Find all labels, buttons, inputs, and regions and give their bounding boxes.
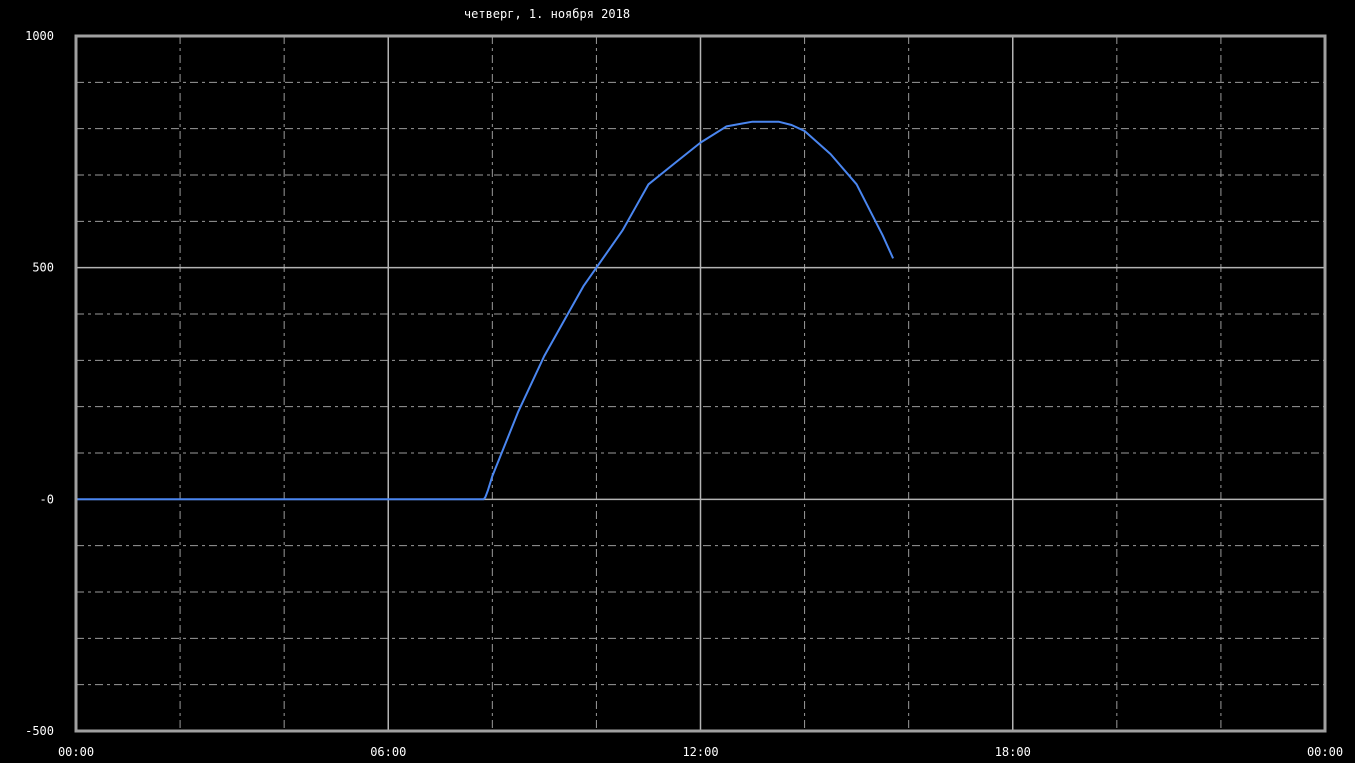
chart: четверг, 1. ноября 2018 00:00 06:00 12:00 1…: [25, 7, 1343, 759]
y-tick-label: 1000: [25, 29, 54, 43]
x-tick-label: 18:00: [995, 745, 1031, 759]
series-line-1: [76, 120, 895, 501]
x-tick-label: 00:00: [1307, 745, 1343, 759]
chart-title: четверг, 1. ноября 2018: [464, 7, 630, 21]
x-tick-label: 12:00: [682, 745, 718, 759]
y-tick-label: -0: [40, 492, 54, 506]
y-tick-label: 500: [32, 261, 54, 275]
x-tick-label: 00:00: [58, 745, 94, 759]
x-tick-label: 06:00: [370, 745, 406, 759]
y-tick-label: -500: [25, 724, 54, 738]
